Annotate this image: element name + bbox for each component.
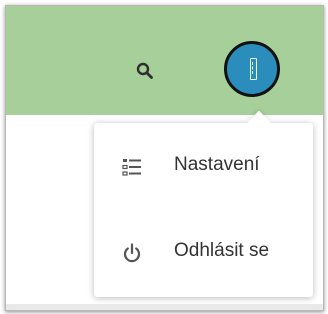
search-icon xyxy=(136,62,153,79)
menu-item-settings-label: Nastavení xyxy=(174,154,260,175)
top-bar xyxy=(6,6,323,115)
content-divider xyxy=(6,304,323,310)
list-settings-icon xyxy=(122,159,141,176)
power-icon xyxy=(123,243,141,263)
ruler-icon xyxy=(250,58,257,80)
search-button[interactable] xyxy=(132,58,158,84)
menu-item-settings[interactable]: Nastavení xyxy=(94,140,313,192)
app-window: Nastavení Odhlásit se xyxy=(5,5,324,311)
user-dropdown-menu: Nastavení Odhlásit se xyxy=(94,110,313,297)
user-avatar-button[interactable] xyxy=(224,41,280,97)
menu-item-logout-label: Odhlásit se xyxy=(174,240,270,261)
menu-item-logout[interactable]: Odhlásit se xyxy=(94,226,313,278)
